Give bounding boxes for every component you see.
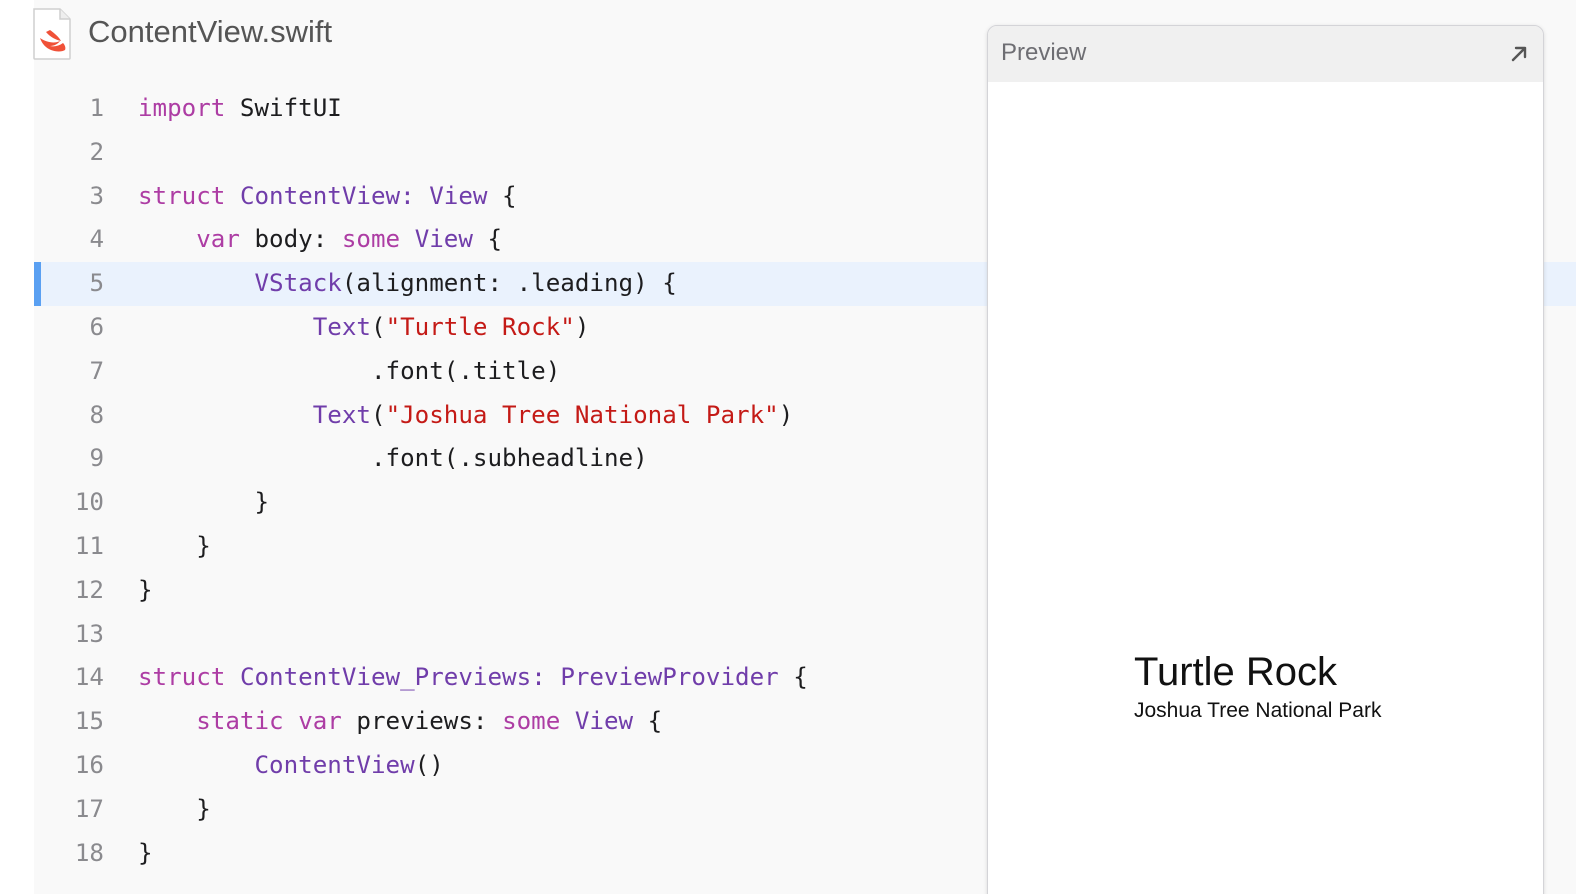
code-text[interactable]: } <box>138 788 211 832</box>
preview-title-text: Turtle Rock <box>1134 650 1338 694</box>
line-number: 4 <box>89 225 104 254</box>
code-token: "Turtle Rock" <box>385 312 575 341</box>
code-token: : <box>400 181 430 210</box>
code-token: { <box>633 707 663 736</box>
code-token: VStack <box>254 269 342 298</box>
code-token: ) <box>778 400 794 429</box>
swift-file-icon <box>33 8 71 60</box>
code-text[interactable]: import SwiftUI <box>138 87 342 131</box>
preview-content: Turtle Rock Joshua Tree National Park <box>1134 648 1381 726</box>
code-token: (alignment: .leading) { <box>341 269 677 298</box>
line-number: 8 <box>89 400 104 429</box>
line-number: 12 <box>74 575 104 604</box>
line-number: 11 <box>74 531 104 560</box>
code-token: var <box>196 225 240 254</box>
code-token: ) <box>574 312 590 341</box>
line-number: 18 <box>74 838 104 867</box>
preview-title: Preview <box>1001 39 1087 66</box>
code-text[interactable]: struct ContentView: View { <box>138 175 517 219</box>
code-token: struct <box>138 663 226 692</box>
preview-header: Preview <box>988 26 1543 82</box>
code-text[interactable]: .font(.title) <box>138 350 560 394</box>
xcode-window: ContentView.swift 1 import SwiftUI 2 3 struc… <box>0 0 1576 894</box>
code-token: struct <box>138 181 226 210</box>
code-token: { <box>778 663 808 692</box>
line-number: 17 <box>74 794 104 823</box>
line-number: 14 <box>74 663 104 692</box>
code-token: View <box>574 707 634 736</box>
code-token: } <box>138 575 153 604</box>
code-text[interactable]: VStack(alignment: .leading) { <box>138 262 677 306</box>
code-token: ( <box>371 312 386 341</box>
code-token: Text <box>312 400 371 429</box>
preview-subtitle-text: Joshua Tree National Park <box>1134 699 1382 722</box>
code-token: PreviewProvider <box>560 663 779 692</box>
line-number: 16 <box>74 750 104 779</box>
code-text[interactable]: Text("Turtle Rock") <box>138 306 590 350</box>
code-text[interactable]: } <box>138 481 269 525</box>
line-number: 1 <box>89 94 104 122</box>
code-token: { <box>487 181 517 210</box>
code-token: SwiftUI <box>225 94 342 122</box>
code-text[interactable]: .font(.subheadline) <box>138 437 648 481</box>
code-token: { <box>472 225 503 254</box>
code-token: previews: <box>341 707 503 736</box>
line-number: 13 <box>74 619 104 648</box>
line-number: 3 <box>89 181 104 210</box>
code-token: : <box>531 663 561 692</box>
code-text[interactable]: } <box>138 569 153 613</box>
code-token: body: <box>239 225 342 254</box>
code-token: } <box>138 794 211 823</box>
line-number: 9 <box>89 444 104 473</box>
code-token: import <box>138 94 226 122</box>
code-token: some <box>341 225 401 254</box>
preview-panel: Preview Turtle Rock Joshua Tree National… <box>987 25 1544 894</box>
code-token: } <box>138 531 211 560</box>
line-number: 2 <box>89 137 104 166</box>
code-token: ( <box>371 400 386 429</box>
code-text[interactable]: var body: some View { <box>138 218 502 262</box>
code-token: () <box>414 750 444 779</box>
code-text[interactable]: } <box>138 525 211 569</box>
code-text[interactable]: struct ContentView_Previews: PreviewProv… <box>138 656 808 700</box>
arrow-up-right-icon[interactable] <box>1507 42 1531 66</box>
line-number: 5 <box>89 269 104 298</box>
code-token: View <box>429 181 488 210</box>
line-number: 7 <box>89 356 104 385</box>
file-name[interactable]: ContentView.swift <box>88 14 332 50</box>
code-token: ContentView <box>254 750 415 779</box>
code-token: .font(.subheadline) <box>138 444 648 473</box>
line-number: 10 <box>74 488 104 517</box>
code-token: .font(.title) <box>138 356 561 385</box>
code-text[interactable]: } <box>138 832 153 876</box>
line-number: 6 <box>89 312 104 341</box>
code-token: View <box>414 225 473 254</box>
code-token: } <box>138 838 153 867</box>
code-token: Text <box>312 312 371 341</box>
code-token: static <box>196 707 284 736</box>
code-token: } <box>138 488 270 517</box>
code-text[interactable]: static var previews: some View { <box>138 700 662 744</box>
code-token: ContentView <box>239 181 401 210</box>
line-number: 15 <box>74 707 104 736</box>
code-token: var <box>298 707 342 736</box>
code-token: "Joshua Tree National Park" <box>385 400 779 429</box>
code-token: some <box>502 707 561 736</box>
code-text[interactable]: ContentView() <box>138 744 444 788</box>
code-text[interactable]: Text("Joshua Tree National Park") <box>138 394 794 438</box>
code-token: ContentView_Previews <box>239 663 532 692</box>
